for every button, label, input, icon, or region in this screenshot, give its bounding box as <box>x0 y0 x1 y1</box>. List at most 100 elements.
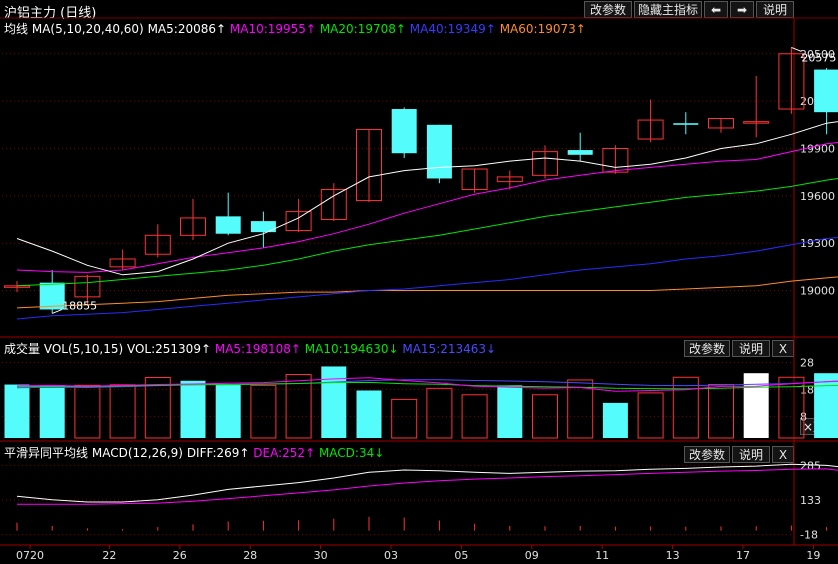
macd-y-tick-label: 133 <box>800 494 821 507</box>
chart-title: 沪铝主力 (日线) <box>4 6 97 21</box>
x-tick-label: 22 <box>102 549 116 562</box>
candle-body-up <box>532 151 558 176</box>
macd-change-params-button[interactable]: 改参数 <box>684 446 730 463</box>
candle-body-up <box>743 121 770 124</box>
ma5-line <box>16 121 838 276</box>
ma40-value: MA40:19349↑ <box>409 22 496 36</box>
macd-diff-line <box>16 463 838 503</box>
x-tick-label: 19 <box>806 549 820 562</box>
candle-body-up <box>602 147 629 173</box>
ma40-line <box>16 237 838 320</box>
candle-body-up <box>778 53 805 110</box>
main-y-tick-label: 19000 <box>800 285 835 298</box>
macd-help-button[interactable]: 说明 <box>732 446 770 463</box>
candle-body-down <box>250 221 276 233</box>
main-y-tick-label: 19300 <box>800 237 835 250</box>
macd-indicator-name: 平滑异同平均线 <box>4 446 89 460</box>
ma-indicator-params: MA(5,10,20,40,60) <box>31 22 144 36</box>
volume-bar <box>743 373 769 438</box>
candle-body-up <box>74 275 101 298</box>
candle-body-up <box>144 234 171 255</box>
macd-dea-value: DEA:252↑ <box>253 446 316 460</box>
candle-body-down <box>215 216 241 234</box>
candle-body-down <box>391 109 417 154</box>
candle-body-up <box>285 211 312 232</box>
help-button[interactable]: 说明 <box>756 1 794 18</box>
ma20-value: MA20:19708↑ <box>319 22 406 36</box>
volume-bar <box>215 385 241 438</box>
macd-indicator-params: MACD(12,26,9) <box>91 446 183 460</box>
candle-body-up <box>109 258 136 268</box>
macd-value: MACD:34↓ <box>318 446 385 460</box>
volume-bar <box>497 385 523 438</box>
volume-bar <box>461 394 488 439</box>
x-tick-label: 11 <box>595 549 609 562</box>
volume-unit-button[interactable]: ×万 <box>800 418 828 435</box>
volume-ma15-value: MA15:213463↓ <box>402 342 497 356</box>
volume-bar <box>567 379 594 439</box>
high-marker-line <box>791 47 802 52</box>
volume-y-tick-label: 28 <box>800 356 814 369</box>
volume-ma5-value: MA5:198108↑ <box>214 342 301 356</box>
main-legend: 均线 MA(5,10,20,40,60) MA5:20086↑ MA10:199… <box>4 20 586 37</box>
volume-bar <box>109 384 136 439</box>
high-marker-label: 20575 <box>801 51 836 64</box>
hide-indicator-button[interactable]: 隐藏主指标 <box>634 1 702 18</box>
volume-bar <box>39 385 65 438</box>
volume-y-tick-label: 18 <box>800 383 814 396</box>
volume-bar <box>637 392 664 439</box>
prev-arrow-icon[interactable]: ⬅ <box>704 1 728 18</box>
volume-bar <box>532 394 558 439</box>
volume-close-button[interactable]: X <box>772 340 794 357</box>
ma10-value: MA10:19955↑ <box>229 22 316 36</box>
x-tick-label: 30 <box>314 549 328 562</box>
low-marker-label: 18855 <box>62 299 97 312</box>
volume-bar <box>426 387 453 439</box>
kline-chart[interactable]: 19000 19300 19600 19900 20200 2050020575 18855… <box>0 0 838 564</box>
volume-bar <box>602 402 628 438</box>
main-y-tick-label: 19600 <box>800 190 835 203</box>
volume-bar <box>4 384 30 438</box>
volume-ma5-line <box>16 377 838 392</box>
ma20-line <box>16 178 838 287</box>
volume-indicator-params: VOL(5,10,15) <box>43 342 124 356</box>
macd-close-button[interactable]: X <box>772 446 794 463</box>
candle-body-up <box>708 117 734 129</box>
candle-body-down <box>567 150 593 155</box>
volume-bar <box>180 380 206 438</box>
volume-legend: 成交量 VOL(5,10,15) VOL:251309↑ MA5:198108↑… <box>4 340 496 357</box>
x-tick-label: 03 <box>384 549 398 562</box>
candle-body-down <box>426 124 452 179</box>
volume-indicator-name: 成交量 <box>4 342 41 356</box>
ma10-line <box>16 142 838 273</box>
volume-change-params-button[interactable]: 改参数 <box>684 340 730 357</box>
volume-bar <box>250 384 277 439</box>
low-marker-line <box>52 308 63 314</box>
main-y-tick-label: 19900 <box>800 142 835 155</box>
ma-indicator-name: 均线 <box>4 22 29 36</box>
next-arrow-icon[interactable]: ➡ <box>730 1 754 18</box>
volume-bar <box>285 374 312 439</box>
ma60-value: MA60:19073↑ <box>499 22 586 36</box>
candle-body-up <box>637 119 664 140</box>
volume-bar <box>708 384 734 439</box>
x-tick-label: 0720 <box>16 549 44 562</box>
ma5-value: MA5:20086↑ <box>147 22 227 36</box>
macd-y-tick-label: 285 <box>800 459 821 472</box>
volume-ma10-line <box>16 381 838 390</box>
x-tick-label: 28 <box>243 549 257 562</box>
volume-help-button[interactable]: 说明 <box>732 340 770 357</box>
candle-body-up <box>356 129 382 202</box>
main-y-tick-label: 20200 <box>800 95 835 108</box>
main-y-tick-label: 20500 <box>800 48 835 61</box>
macd-dea-line <box>17 468 838 505</box>
x-tick-label: 05 <box>454 549 468 562</box>
candle-body-up <box>496 176 523 183</box>
candle-body-up <box>180 217 206 236</box>
macd-diff-value: DIFF:269↑ <box>186 446 250 460</box>
candle-body-up <box>461 168 488 191</box>
volume-bar <box>144 377 171 439</box>
volume-ma15-line <box>16 379 838 389</box>
volume-ma10-value: MA10:194630↓ <box>304 342 399 356</box>
change-params-button[interactable]: 改参数 <box>584 1 632 18</box>
